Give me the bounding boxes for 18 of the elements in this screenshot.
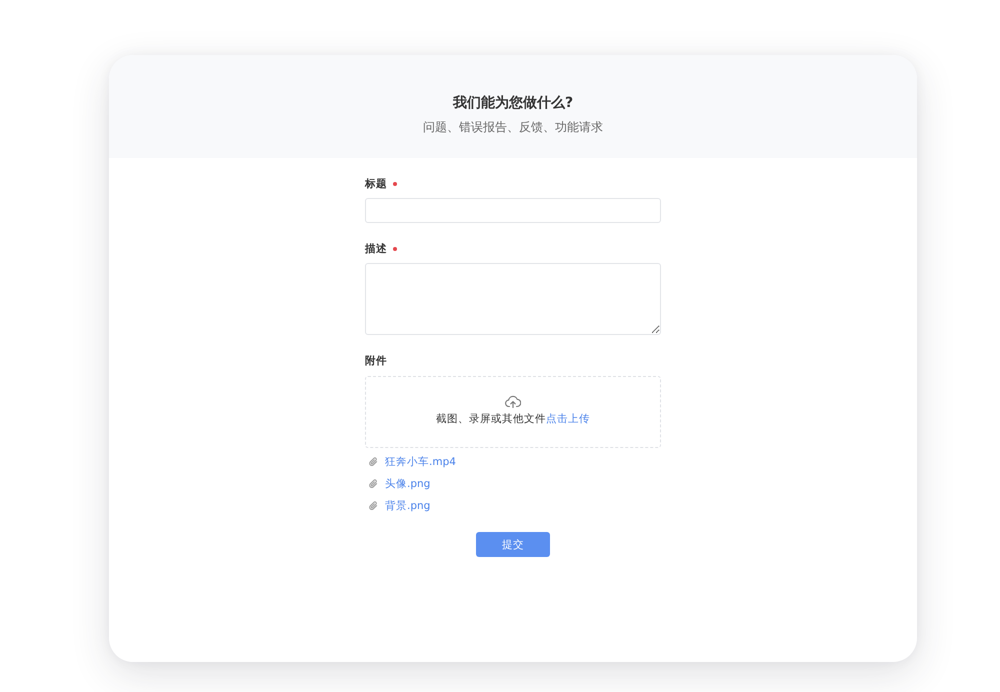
attachment-link[interactable]: 背景.png bbox=[385, 498, 430, 514]
upload-drop-zone[interactable]: 截图、录屏或其他文件点击上传 bbox=[365, 376, 661, 448]
upload-link[interactable]: 点击上传 bbox=[546, 413, 590, 425]
description-text-area[interactable] bbox=[365, 263, 661, 335]
attachment-link[interactable]: 头像.png bbox=[385, 476, 430, 492]
upload-hint: 截图、录屏或其他文件点击上传 bbox=[436, 412, 590, 427]
paperclip-icon bbox=[369, 501, 378, 511]
title-input-field[interactable] bbox=[365, 198, 661, 223]
attachment-link[interactable]: 狂奔小车.mp4 bbox=[385, 454, 456, 470]
field-label: 标题 bbox=[365, 177, 387, 192]
field-label: 描述 bbox=[365, 242, 387, 257]
cloud-upload-icon bbox=[505, 395, 521, 408]
submit-button[interactable]: 提交 bbox=[476, 532, 550, 557]
form-title: 我们能为您做什么? bbox=[452, 94, 574, 113]
form-subtitle: 问题、错误报告、反馈、功能请求 bbox=[423, 119, 603, 136]
paperclip-icon bbox=[369, 479, 378, 489]
paperclip-icon bbox=[369, 457, 378, 467]
field-label: 附件 bbox=[365, 354, 387, 369]
